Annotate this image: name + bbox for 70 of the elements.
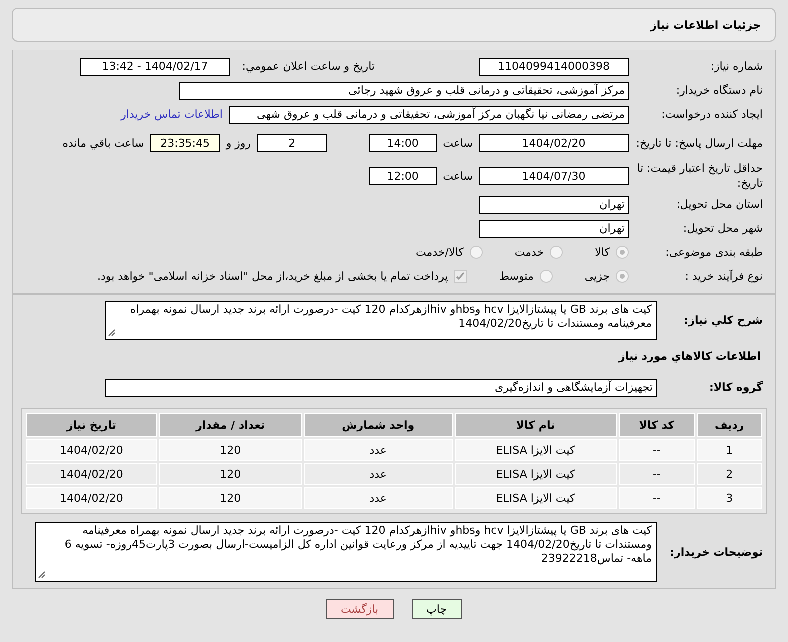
- field-label: شهر محل تحویل:: [682, 221, 764, 236]
- time-label: ساعت: [443, 170, 473, 182]
- date-field: 1404/07/30: [479, 167, 629, 185]
- process-radio[interactable]: متوسط: [499, 270, 553, 283]
- column-header: تاریخ نیاز: [26, 413, 158, 437]
- field-label: شرح کلي نياز:: [683, 313, 764, 328]
- field-label: نام دستگاه خریدار:: [675, 83, 764, 98]
- field-label: توضیحات خریدار:: [669, 544, 764, 560]
- province-field: تهران: [479, 196, 629, 214]
- goods-group-field: تجهیزات آزمایشگاهی و اندازه‌گیری: [105, 378, 657, 396]
- table-cell: عدد: [304, 463, 453, 485]
- announce-date-field: 1404/02/17 - 13:42: [80, 58, 230, 76]
- back-button[interactable]: بازگشت: [326, 599, 394, 619]
- section-heading: اطلاعات کالاهاي مورد نياز: [618, 350, 762, 363]
- treasury-checkbox[interactable]: [454, 270, 468, 283]
- table-cell: 3: [697, 487, 762, 509]
- field-label: ایجاد کننده درخواست:: [660, 107, 764, 122]
- time-label: ساعت: [443, 136, 473, 150]
- date-field: 1404/02/20: [479, 134, 629, 152]
- time-field: 14:00: [369, 134, 438, 152]
- resize-grip-icon: [38, 571, 46, 579]
- treasury-note: پرداخت تمام یا بخشی از مبلغ خرید،از محل "اسناد خزانه اسلامی" خواهد بود.: [98, 270, 448, 283]
- process-radio[interactable]: جزیی: [584, 270, 629, 283]
- print-button[interactable]: چاپ: [412, 599, 462, 619]
- field-label: استان محل تحویل:: [676, 197, 764, 212]
- table-cell: کیت الایزا ELISA: [454, 487, 617, 509]
- buyer-field: مرکز آموزشی، تحقیقاتی و درمانی قلب و عروق شهید رجائی: [179, 82, 629, 100]
- field-label: شماره نیاز:: [710, 59, 764, 74]
- days-label: روز و: [226, 136, 252, 150]
- table-cell: 2: [697, 463, 762, 485]
- field-label: گروه کالا:: [708, 380, 764, 395]
- field-label: حداقل تاریخ اعتبار قیمت: تا تاریخ:: [636, 161, 764, 191]
- contact-link[interactable]: اطلاعات تماس خریدار: [121, 108, 223, 121]
- table-cell: کیت الایزا ELISA: [454, 439, 617, 461]
- days-field: 2: [257, 134, 328, 152]
- category-radio[interactable]: خدمت: [514, 246, 564, 259]
- page-title: جزئیات اطلاعات نیاز: [650, 18, 761, 32]
- column-header: واحد شمارش: [304, 413, 453, 437]
- category-radio[interactable]: کالا: [595, 246, 629, 259]
- table-cell: کیت الایزا ELISA: [454, 463, 617, 485]
- buyer-notes-box: کیت های برند GB یا پیشتازالایزا hcv وhbsو hivازهرکدام 120 کیت -درصورت ارائه برند جدید ارسال نمونه بهمراه معرفینامه ومستندات تا تاریخ1404/02/20 جهت تاییدیه از مرکز ورعایت قوانین اداره کل الزامیست-ارسال بصورت 3پارت45روزه- تسویه 6 ماهه- تماس23922218: [35, 522, 657, 582]
- table-cell: 1404/02/20: [26, 463, 158, 485]
- table-cell: 1404/02/20: [26, 487, 158, 509]
- remaining-time-field: 23:35:45: [150, 134, 220, 152]
- column-header: تعداد / مقدار: [159, 413, 302, 437]
- table-cell: --: [618, 487, 696, 509]
- city-field: تهران: [479, 220, 629, 238]
- description-box: کیت های برند GB یا پیشتازالایزا hcv وhbsو hivازهرکدام 120 کیت -درصورت ارائه برند جدید ارسال نمونه بهمراه معرفینامه ومستندات تا تاریخ1404/02/20: [105, 301, 657, 340]
- column-header: نام کالا: [454, 413, 617, 437]
- field-label: طبقه بندی موضوعی:: [664, 245, 764, 260]
- column-header: کد کالا: [618, 413, 696, 437]
- table-cell: --: [618, 439, 696, 461]
- need-number-field: 1104099414000398: [479, 58, 629, 76]
- table-cell: 120: [159, 487, 302, 509]
- table-cell: 1404/02/20: [26, 439, 158, 461]
- table-cell: 120: [159, 463, 302, 485]
- time-field: 12:00: [369, 167, 438, 185]
- category-radio[interactable]: کالا/خدمت: [416, 246, 483, 259]
- table-cell: عدد: [304, 439, 453, 461]
- field-label: مهلت ارسال پاسخ: تا تاریخ:: [635, 136, 764, 150]
- table-cell: 120: [159, 439, 302, 461]
- column-header: ردیف: [697, 413, 762, 437]
- field-label: تاریخ و ساعت اعلان عمومي:: [242, 60, 375, 73]
- remaining-label: ساعت باقي مانده: [62, 136, 144, 150]
- table-cell: --: [618, 463, 696, 485]
- field-label: نوع فرآیند خرید :: [684, 269, 764, 284]
- resize-grip-icon: [108, 329, 116, 337]
- table-cell: 1: [697, 439, 762, 461]
- table-cell: عدد: [304, 487, 453, 509]
- creator-field: مرتضی رمضانی نیا نگهبان مرکز آموزشی، تحقیقاتی و درمانی قلب و عروق شهی: [229, 106, 629, 124]
